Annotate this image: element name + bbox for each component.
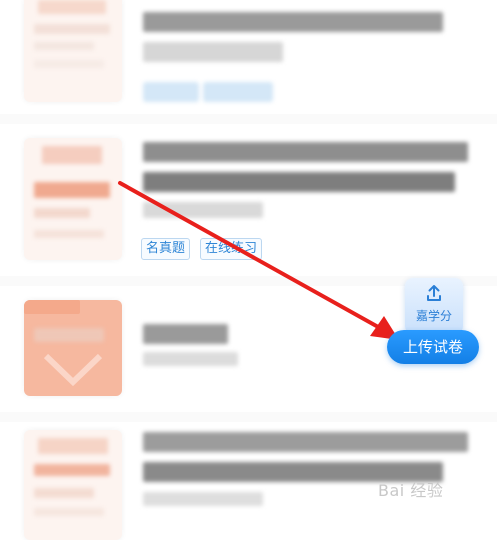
thumbnail-detail bbox=[38, 438, 108, 454]
folder-chevron-icon bbox=[43, 353, 103, 387]
thumbnail-detail bbox=[34, 508, 104, 516]
brand-label: 嘉学分 bbox=[415, 309, 452, 323]
item-tag-redacted[interactable] bbox=[203, 82, 273, 102]
list-item[interactable] bbox=[0, 422, 497, 540]
thumbnail-detail bbox=[34, 464, 110, 476]
upload-icon bbox=[405, 284, 463, 306]
item-meta-redacted bbox=[143, 42, 283, 62]
list-divider bbox=[0, 114, 497, 124]
list-item[interactable]: 名真题 在线练习 bbox=[0, 124, 497, 274]
item-title-redacted bbox=[143, 432, 468, 452]
tag-online-practice[interactable]: 在线练习 bbox=[200, 238, 263, 260]
thumbnail-detail bbox=[34, 24, 110, 34]
thumbnail-detail bbox=[34, 208, 90, 218]
thumbnail-detail bbox=[34, 60, 104, 68]
item-tag-redacted[interactable] bbox=[143, 82, 199, 102]
folder-thumbnail[interactable] bbox=[24, 300, 122, 396]
watermark: Bai 经验 bbox=[378, 481, 444, 500]
thumbnail-detail bbox=[34, 488, 94, 498]
thumbnail-detail bbox=[34, 230, 104, 238]
list-divider bbox=[0, 412, 497, 422]
item-meta-redacted bbox=[143, 202, 263, 218]
paper-thumbnail[interactable] bbox=[24, 430, 122, 540]
thumbnail-detail bbox=[42, 146, 102, 164]
item-title-redacted bbox=[143, 142, 468, 162]
tag-real-exam[interactable]: 名真题 bbox=[141, 238, 191, 260]
item-title-redacted bbox=[143, 12, 443, 32]
upload-paper-button[interactable]: 嘉学分 上传试卷 bbox=[387, 278, 479, 366]
item-title-redacted bbox=[143, 172, 455, 192]
paper-thumbnail[interactable] bbox=[24, 138, 122, 260]
list-item[interactable] bbox=[0, 0, 497, 110]
thumbnail-detail bbox=[38, 0, 106, 14]
upload-paper-label[interactable]: 上传试卷 bbox=[387, 330, 479, 364]
thumbnail-detail bbox=[34, 42, 94, 50]
paper-thumbnail[interactable] bbox=[24, 0, 122, 102]
item-title-redacted bbox=[143, 324, 228, 344]
item-meta-redacted bbox=[143, 352, 238, 366]
item-meta-redacted bbox=[143, 492, 263, 506]
thumbnail-detail bbox=[34, 182, 110, 198]
upload-doc-badge[interactable]: 嘉学分 bbox=[405, 278, 463, 334]
